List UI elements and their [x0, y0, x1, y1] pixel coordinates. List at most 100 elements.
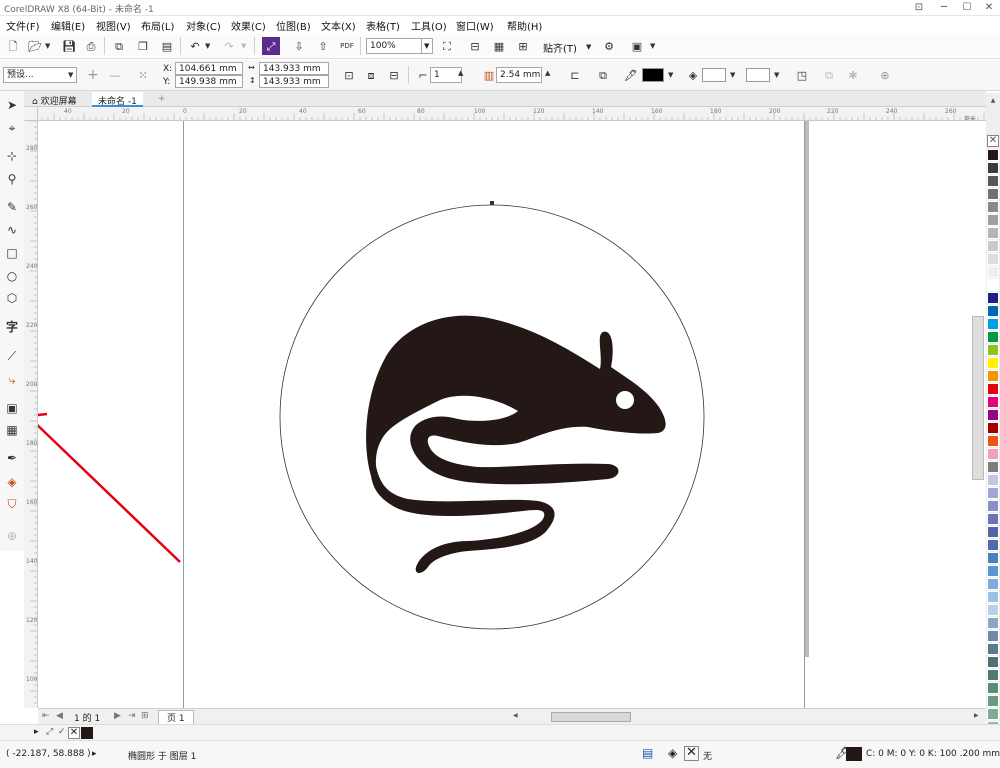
width-field[interactable]: 143.933 mm: [259, 62, 329, 75]
next-page-icon[interactable]: ▶: [114, 711, 121, 721]
smart-fill-tool-icon[interactable]: ⛉: [3, 495, 21, 513]
steps-spinner-icon[interactable]: ▲: [458, 69, 463, 77]
page-tab[interactable]: 页 1: [158, 710, 194, 725]
launcher-dropdown-icon[interactable]: ▼: [650, 42, 655, 50]
scroll-left-icon[interactable]: ◀: [513, 712, 523, 722]
palette-swatch[interactable]: [987, 474, 999, 486]
menu-window[interactable]: 窗口(W): [456, 18, 494, 33]
search-content-icon[interactable]: ⤢: [262, 37, 280, 55]
palette-eyedropper-icon[interactable]: ⤢: [46, 727, 53, 737]
palette-swatch[interactable]: [987, 422, 999, 434]
horizontal-scrollbar-thumb[interactable]: [551, 712, 631, 722]
menu-object[interactable]: 对象(C): [186, 18, 221, 33]
palette-swatch[interactable]: [987, 565, 999, 577]
new-document-icon[interactable]: 🗋︎: [4, 37, 22, 55]
publish-pdf-icon[interactable]: PDF: [338, 37, 356, 55]
open-dropdown-icon[interactable]: ▼: [45, 42, 50, 50]
palette-swatch[interactable]: [987, 227, 999, 239]
palette-swatch[interactable]: [987, 292, 999, 304]
height-field[interactable]: 143.933 mm: [259, 75, 329, 88]
paste-icon[interactable]: ▤: [158, 37, 176, 55]
palette-swatch[interactable]: [987, 539, 999, 551]
remove-preset-icon[interactable]: —: [106, 66, 124, 84]
palette-swatch[interactable]: [987, 669, 999, 681]
palette-swatch[interactable]: [987, 578, 999, 590]
palette-swatch[interactable]: [987, 149, 999, 161]
palette-swatch[interactable]: [987, 552, 999, 564]
maximize-button[interactable]: ☐: [956, 0, 978, 15]
contour-offset-field[interactable]: 2.54 mm: [496, 67, 542, 83]
menu-table[interactable]: 表格(T): [366, 18, 400, 33]
palette-swatch[interactable]: [987, 409, 999, 421]
last-page-icon[interactable]: ⇥: [128, 711, 136, 721]
inside-icon[interactable]: ⧈: [362, 66, 380, 84]
show-rulers-icon[interactable]: ⊟: [466, 37, 484, 55]
add-tool-icon[interactable]: ⊕: [3, 527, 21, 545]
freehand-tool-icon[interactable]: ✎: [3, 198, 21, 216]
undo-icon[interactable]: ↶: [186, 37, 204, 55]
y-position-field[interactable]: 149.938 mm: [175, 75, 243, 88]
dimension-tool-icon[interactable]: ⟋: [3, 347, 21, 365]
zoom-tool-icon[interactable]: ⚲: [3, 170, 21, 188]
palette-swatch[interactable]: [987, 396, 999, 408]
document-black-swatch[interactable]: [81, 727, 93, 739]
palette-swatch[interactable]: [987, 188, 999, 200]
connector-tool-icon[interactable]: ⤷: [3, 371, 21, 389]
add-tab-icon[interactable]: +: [152, 92, 172, 107]
vertical-scrollbar-thumb[interactable]: [972, 316, 984, 480]
palette-swatch[interactable]: [987, 526, 999, 538]
palette-swatch[interactable]: [987, 604, 999, 616]
palette-swatch[interactable]: [987, 656, 999, 668]
outline-color-dropdown-icon[interactable]: ▼: [668, 71, 673, 79]
outline-pen-icon[interactable]: 🖋︎: [622, 66, 640, 84]
fill-none-swatch[interactable]: ✕: [684, 746, 699, 761]
contour-tool-icon[interactable]: ▣: [3, 399, 21, 417]
palette-swatch[interactable]: [987, 708, 999, 720]
snap-dropdown-icon[interactable]: ▼: [586, 43, 591, 51]
palette-swatch[interactable]: [987, 513, 999, 525]
menu-effects[interactable]: 效果(C): [231, 18, 266, 33]
outline-color-swatch[interactable]: [642, 68, 664, 82]
fill-bucket-icon[interactable]: ◈: [684, 66, 702, 84]
add-property-icon[interactable]: ⊕: [876, 66, 894, 84]
end-color-dropdown-icon[interactable]: ▼: [774, 71, 779, 79]
zoom-dropdown-icon[interactable]: ▼: [421, 38, 433, 54]
polygon-tool-icon[interactable]: ⬡: [3, 289, 21, 307]
tab-welcome[interactable]: ⌂ 欢迎屏幕: [26, 92, 83, 107]
add-page-icon[interactable]: ⊞: [141, 711, 149, 721]
menu-tools[interactable]: 工具(O): [411, 18, 447, 33]
menu-bitmaps[interactable]: 位图(B): [276, 18, 311, 33]
outline-color-status-swatch[interactable]: [846, 747, 862, 761]
undo-dropdown-icon[interactable]: ▼: [205, 42, 210, 50]
menu-help[interactable]: 帮助(H): [507, 18, 542, 33]
scroll-right-icon[interactable]: ▶: [974, 712, 984, 722]
palette-edit-icon[interactable]: ✓: [58, 727, 66, 737]
menu-layout[interactable]: 布局(L): [141, 18, 174, 33]
application-launcher-icon[interactable]: ▣: [628, 37, 646, 55]
palette-swatch[interactable]: [987, 643, 999, 655]
palette-swatch[interactable]: [987, 591, 999, 603]
offset-spinner-icon[interactable]: ▲: [545, 69, 550, 77]
rectangle-tool-icon[interactable]: □: [3, 244, 21, 262]
palette-swatch[interactable]: [987, 357, 999, 369]
selection-node[interactable]: [490, 201, 494, 205]
fill-color-swatch[interactable]: [702, 68, 726, 82]
transparency-tool-icon[interactable]: ▦: [3, 421, 21, 439]
zoom-level-field[interactable]: 100%: [366, 38, 424, 54]
menu-file[interactable]: 文件(F): [6, 18, 40, 33]
palette-swatch[interactable]: [987, 435, 999, 447]
object-origin-icon[interactable]: ⁙: [134, 66, 152, 84]
palette-swatch[interactable]: [987, 318, 999, 330]
rat-silhouette[interactable]: [366, 315, 666, 573]
ruler-origin[interactable]: [24, 107, 38, 121]
palette-swatch[interactable]: [987, 461, 999, 473]
outside-icon[interactable]: ⊟: [385, 66, 403, 84]
preset-select[interactable]: 预设...: [3, 67, 77, 83]
drawing-canvas[interactable]: [38, 121, 986, 708]
palette-swatch[interactable]: [987, 630, 999, 642]
copy-icon[interactable]: ❐: [134, 37, 152, 55]
palette-swatch[interactable]: [987, 617, 999, 629]
open-icon[interactable]: 📂︎: [26, 37, 44, 55]
color-proofing-icon[interactable]: ▤: [642, 746, 653, 760]
status-arrow-icon[interactable]: ▸: [92, 749, 97, 759]
